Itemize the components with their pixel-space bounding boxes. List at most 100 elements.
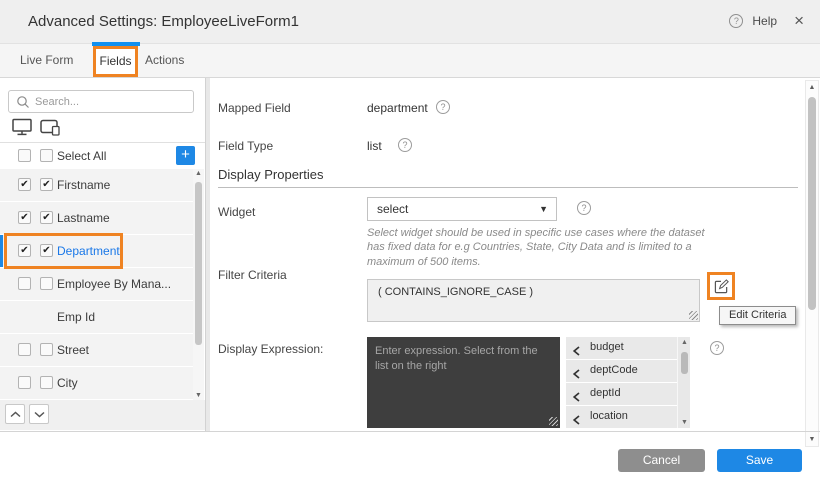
select-all-row: Select All +	[0, 143, 205, 169]
checkbox-unchecked[interactable]	[40, 343, 53, 356]
mapped-field-help-icon[interactable]: ?	[436, 100, 450, 114]
chevron-left-icon	[573, 412, 580, 430]
scrollbar-thumb[interactable]	[195, 182, 202, 345]
expression-list-scrollbar[interactable]: ▲ ▼	[677, 337, 690, 428]
sidebar-item-city[interactable]: City	[0, 367, 193, 399]
chevron-left-icon	[573, 389, 580, 407]
checkbox-unchecked[interactable]	[18, 277, 31, 290]
footer-divider	[0, 431, 820, 432]
scroll-down-icon[interactable]: ▼	[678, 419, 691, 426]
expression-field-label: deptId	[590, 387, 621, 399]
help-link[interactable]: Help	[752, 14, 777, 28]
move-up-button[interactable]	[5, 404, 25, 424]
resize-grip-icon[interactable]	[689, 311, 698, 320]
tab-live-form[interactable]: Live Form	[20, 44, 73, 77]
checkbox-unchecked[interactable]	[40, 376, 53, 389]
scroll-up-icon[interactable]: ▲	[806, 84, 818, 91]
chevron-left-icon	[573, 366, 580, 384]
expression-field-label: deptCode	[590, 364, 638, 376]
display-expression-label: Display Expression:	[218, 342, 323, 356]
filter-criteria-textarea[interactable]: ( CONTAINS_IGNORE_CASE )	[367, 279, 700, 322]
desktop-device-icon[interactable]	[12, 118, 32, 141]
checkbox-checked[interactable]: ✔	[18, 244, 31, 257]
close-icon[interactable]: ×	[794, 14, 804, 28]
expression-fields-list: budget deptCode deptId location ▲ ▼	[566, 337, 690, 429]
widget-help-icon[interactable]: ?	[577, 201, 591, 215]
sidebar-item-firstname[interactable]: ✔ ✔ Firstname	[0, 169, 193, 201]
expression-field-deptcode[interactable]: deptCode	[566, 360, 677, 382]
move-down-button[interactable]	[29, 404, 49, 424]
field-label: Lastname	[57, 211, 110, 225]
save-button[interactable]: Save	[717, 449, 802, 472]
field-label: Street	[57, 343, 89, 357]
field-type-help-icon[interactable]: ?	[398, 138, 412, 152]
sidebar-footer	[0, 400, 205, 430]
tab-actions[interactable]: Actions	[145, 44, 184, 77]
selected-row-indicator	[0, 235, 3, 267]
cancel-button[interactable]: Cancel	[618, 449, 705, 472]
section-underline	[218, 187, 798, 188]
add-field-button[interactable]: +	[176, 146, 195, 165]
scrollbar-thumb[interactable]	[808, 97, 816, 310]
scrollbar-thumb[interactable]	[681, 352, 688, 374]
display-expression-help-icon[interactable]: ?	[710, 341, 724, 355]
expression-field-budget[interactable]: budget	[566, 337, 677, 359]
checkbox-unchecked[interactable]	[40, 277, 53, 290]
tablet-device-icon[interactable]	[40, 118, 62, 141]
search-input[interactable]	[35, 92, 190, 111]
dialog-header: Advanced Settings: EmployeeLiveForm1 ? H…	[0, 0, 820, 44]
sidebar-item-employee-by-manager[interactable]: Employee By Mana...	[0, 268, 193, 300]
expression-field-deptid[interactable]: deptId	[566, 383, 677, 405]
sidebar-item-emp-id[interactable]: Emp Id	[0, 301, 193, 333]
checkbox-unchecked[interactable]	[18, 343, 31, 356]
widget-select[interactable]: select ▼	[367, 197, 557, 221]
filter-criteria-label: Filter Criteria	[218, 268, 287, 282]
scroll-up-icon[interactable]: ▲	[193, 170, 204, 177]
widget-note: Select widget should be used in specific…	[367, 226, 705, 269]
tab-bar: Live Form Fields Actions	[0, 44, 820, 78]
checkbox-checked[interactable]: ✔	[40, 211, 53, 224]
dialog-title: Advanced Settings: EmployeeLiveForm1	[28, 13, 299, 30]
mapped-field-value: department	[367, 101, 428, 115]
sidebar-scrollbar[interactable]: ▲ ▼	[193, 169, 204, 400]
field-label: Firstname	[57, 178, 110, 192]
display-expression-textarea[interactable]	[367, 337, 560, 428]
field-list: ✔ ✔ Firstname ✔ ✔ Lastname ✔ ✔ Departmen…	[0, 169, 193, 400]
help-icon[interactable]: ?	[729, 14, 743, 28]
chevron-down-icon: ▼	[539, 198, 548, 220]
field-label: Emp Id	[57, 310, 95, 324]
field-label: City	[57, 376, 78, 390]
scroll-down-icon[interactable]: ▼	[806, 436, 818, 443]
checkbox-checked[interactable]: ✔	[18, 178, 31, 191]
search-box	[8, 90, 194, 113]
content-scrollbar[interactable]: ▲ ▼	[805, 80, 819, 447]
scroll-down-icon[interactable]: ▼	[193, 392, 204, 399]
expression-field-location[interactable]: location	[566, 406, 677, 428]
select-all-web-checkbox[interactable]	[18, 149, 31, 162]
sidebar-item-street[interactable]: Street	[0, 334, 193, 366]
sidebar-item-lastname[interactable]: ✔ ✔ Lastname	[0, 202, 193, 234]
checkbox-checked[interactable]: ✔	[18, 211, 31, 224]
checkbox-checked[interactable]: ✔	[40, 244, 53, 257]
tab-fields[interactable]: Fields	[93, 46, 138, 77]
sidebar-item-department[interactable]: ✔ ✔ Department	[0, 235, 193, 267]
search-icon	[16, 95, 30, 114]
chevron-left-icon	[573, 343, 580, 361]
field-settings-panel: Mapped Field department ? Field Type lis…	[210, 78, 805, 431]
checkbox-checked[interactable]: ✔	[40, 178, 53, 191]
resize-grip-icon[interactable]	[549, 417, 558, 426]
select-all-mobile-checkbox[interactable]	[40, 149, 53, 162]
field-label: Employee By Mana...	[57, 277, 171, 291]
widget-label: Widget	[218, 205, 255, 219]
edit-criteria-tooltip: Edit Criteria	[719, 306, 796, 325]
scroll-up-icon[interactable]: ▲	[678, 339, 691, 346]
edit-criteria-button[interactable]	[710, 275, 732, 297]
field-type-value: list	[367, 139, 382, 153]
expression-field-label: location	[590, 410, 628, 422]
select-all-label: Select All	[57, 149, 106, 163]
field-label: Department	[57, 244, 120, 258]
display-properties-title: Display Properties	[218, 167, 324, 182]
fields-sidebar: Select All + ✔ ✔ Firstname ✔ ✔ Lastname …	[0, 78, 205, 430]
annotation-edit-criteria-highlight	[707, 272, 735, 300]
checkbox-unchecked[interactable]	[18, 376, 31, 389]
